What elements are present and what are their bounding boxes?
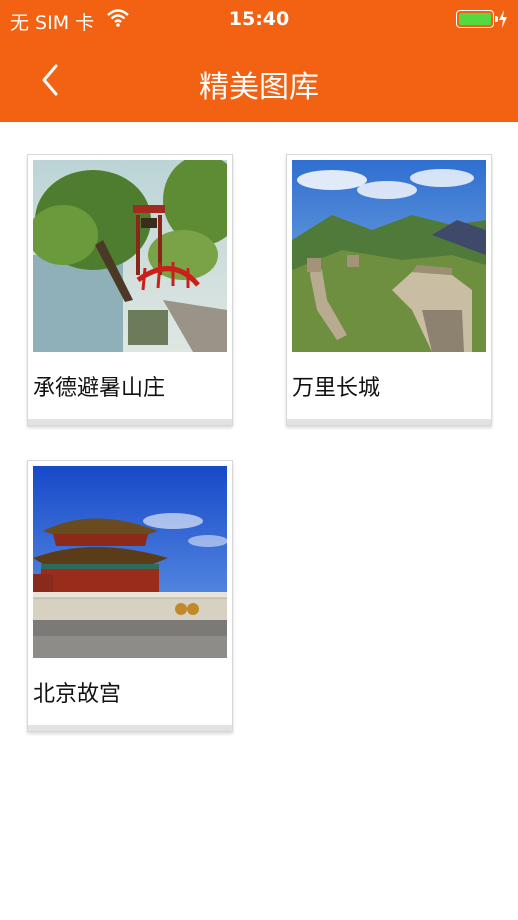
charging-bolt-icon — [499, 10, 507, 28]
gallery-card-forbidden-city[interactable]: 北京故宫 — [27, 460, 233, 732]
forbidden-city-photo — [33, 466, 227, 658]
great-wall-photo — [292, 160, 486, 352]
gallery-card-caption: 承德避暑山庄 — [33, 376, 166, 401]
gallery-card-great-wall[interactable]: 万里长城 — [286, 154, 492, 426]
gallery-card-caption: 北京故宫 — [33, 682, 122, 707]
status-time: 15:40 — [228, 8, 290, 30]
summer-resort-photo — [33, 160, 227, 352]
battery-icon — [456, 10, 498, 28]
page-title: 精美图库 — [199, 70, 319, 105]
gallery-card-caption: 万里长城 — [292, 376, 381, 401]
battery-level-fill — [459, 13, 491, 25]
status-bar: 无 SIM 卡 15:40 — [0, 0, 518, 40]
gallery-card-summer-resort[interactable]: 承德避暑山庄 — [27, 154, 233, 426]
header-bar: 无 SIM 卡 15:40 精美图库 — [0, 0, 518, 122]
navigation-bar: 精美图库 — [0, 40, 518, 122]
